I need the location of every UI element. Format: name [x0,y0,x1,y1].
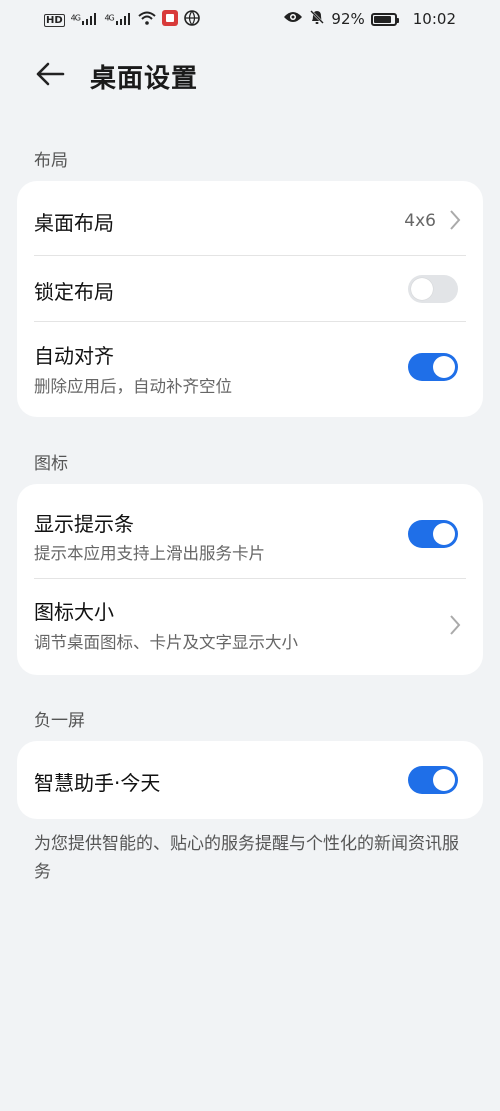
auto-align-subtitle: 删除应用后，自动补齐空位 [34,377,232,396]
globe-icon [184,10,201,30]
minus-one-screen-card: 智慧助手·今天 [17,741,483,819]
page-title: 桌面设置 [90,64,199,94]
section-label-layout: 布局 [34,151,68,171]
desktop-layout-value: 4x6 [404,211,436,231]
clock: 10:02 [412,10,456,28]
icon-size-title: 图标大小 [34,600,114,624]
signal-icon: 4G [104,12,132,28]
lock-layout-row: 锁定布局 [17,256,483,322]
smart-assistant-title: 智慧助手·今天 [34,771,161,795]
toggle-knob [433,523,455,545]
wifi-icon [138,11,156,29]
auto-align-title: 自动对齐 [34,344,114,368]
chevron-right-icon [450,210,461,230]
auto-align-toggle[interactable] [408,353,458,381]
hd-icon: HD [44,13,65,27]
app-notification-icon [162,10,179,30]
chevron-right-icon [450,615,461,635]
section-label-minus-one-screen: 负一屏 [34,711,85,731]
icon-size-row[interactable]: 图标大小 调节桌面图标、卡片及文字显示大小 [17,579,483,675]
show-hint-bar-subtitle: 提示本应用支持上滑出服务卡片 [34,544,265,563]
battery-percent: 92% [331,10,365,28]
auto-align-row: 自动对齐 删除应用后，自动补齐空位 [17,322,483,417]
status-bar: HD 4G 4G 92% 10:02 [0,0,500,38]
back-button[interactable] [34,58,66,90]
desktop-layout-row[interactable]: 桌面布局 4x6 [17,181,483,256]
show-hint-bar-toggle[interactable] [408,520,458,548]
battery-level [373,15,392,23]
eye-icon [283,10,303,28]
smart-assistant-footnote: 为您提供智能的、贴心的服务提醒与个性化的新闻资讯服务 [34,834,459,882]
section-label-icons: 图标 [34,454,68,474]
show-hint-bar-title: 显示提示条 [34,512,134,536]
icon-size-subtitle: 调节桌面图标、卡片及文字显示大小 [34,633,298,652]
arrow-left-icon [36,62,65,86]
lock-layout-title: 锁定布局 [34,280,114,304]
show-hint-bar-row: 显示提示条 提示本应用支持上滑出服务卡片 [17,484,483,579]
toggle-knob [433,356,455,378]
smart-assistant-toggle[interactable] [408,766,458,794]
layout-card: 桌面布局 4x6 锁定布局 自动对齐 删除应用后，自动补齐空位 [17,181,483,417]
status-left: HD 4G 4G [44,10,201,30]
desktop-layout-title: 桌面布局 [34,211,114,235]
battery-icon [370,12,399,26]
icons-card: 显示提示条 提示本应用支持上滑出服务卡片 图标大小 调节桌面图标、卡片及文字显示… [17,484,483,675]
toggle-knob [411,278,433,300]
toggle-knob [433,769,455,791]
lock-layout-toggle[interactable] [408,275,458,303]
status-right: 92% 10:02 [283,9,456,29]
title-bar: 桌面设置 [0,50,500,106]
mute-bell-icon [309,9,325,29]
signal-icon: 4G [71,12,99,28]
smart-assistant-row: 智慧助手·今天 [17,741,483,819]
